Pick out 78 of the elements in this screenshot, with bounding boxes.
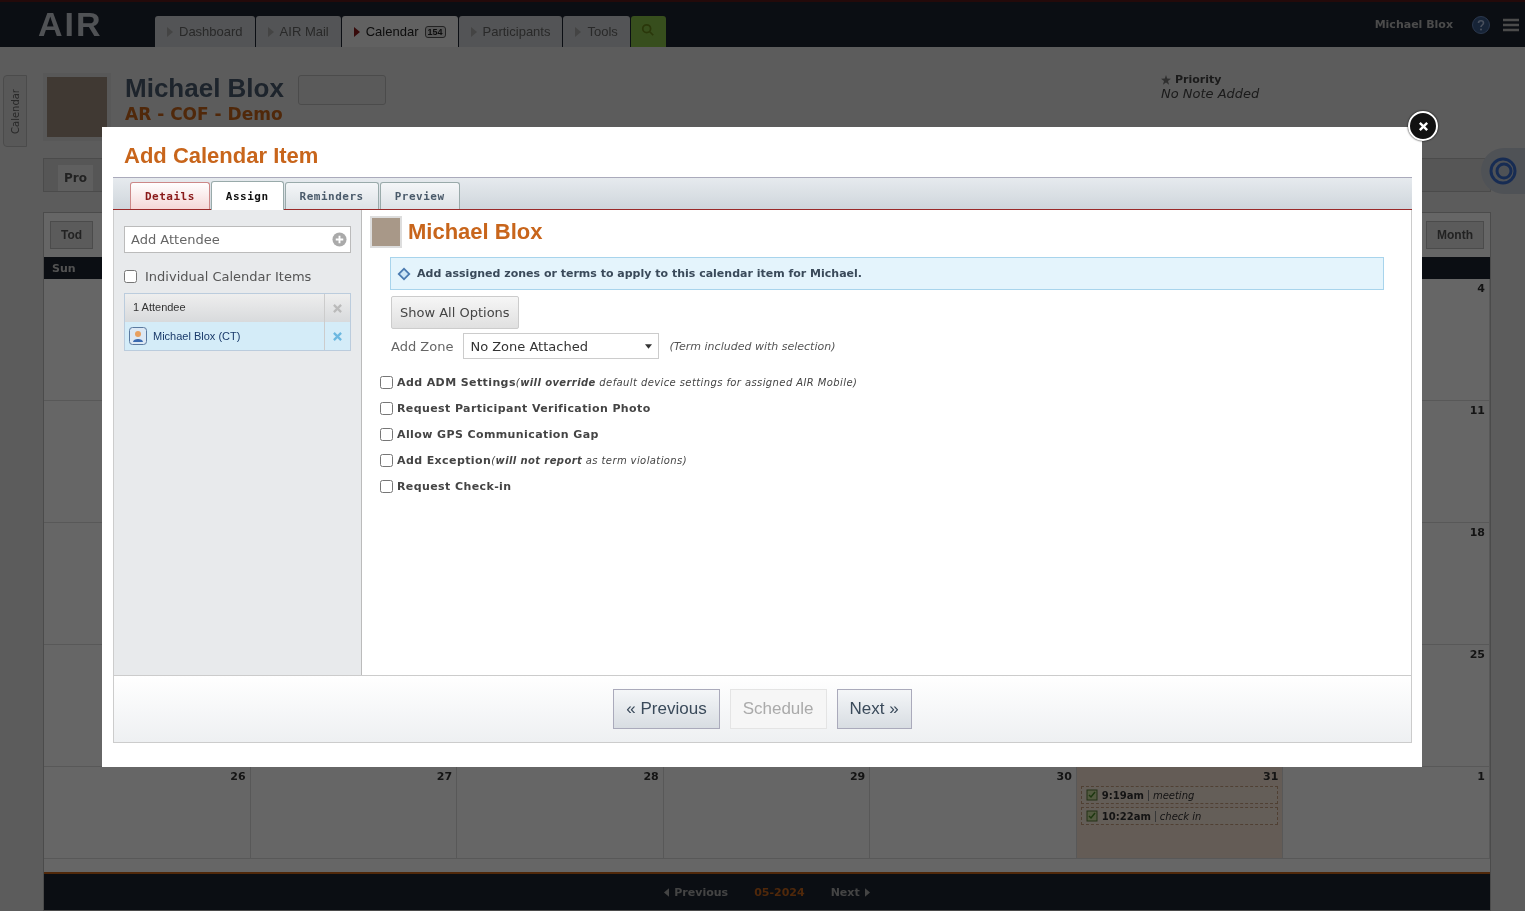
tab[interactable]: Assign (210, 181, 284, 210)
info-banner: Add assigned zones or terms to apply to this calendar item for Michael. (390, 257, 1384, 290)
next-link[interactable]: Next (830, 885, 870, 899)
checkbox[interactable] (380, 453, 393, 467)
participant-name: Michael Blox (125, 73, 284, 104)
current-month: 05-2024 (754, 885, 805, 899)
tab[interactable]: Reminders (284, 182, 379, 209)
calendar-day[interactable]: 31 9:19am meeting 10:22am check in (1076, 767, 1284, 858)
tab[interactable]: Preview (379, 182, 460, 209)
today-button[interactable]: Tod (50, 221, 94, 249)
zone-label: Add Zone (391, 338, 454, 354)
attendee-row[interactable]: Michael Blox (CT) (125, 322, 350, 350)
checkbox[interactable] (380, 427, 393, 441)
photo-placeholder (370, 216, 402, 248)
option-label: Add ADM Settings(will override default device settings for assigned AIR Mobile) (397, 375, 858, 389)
right-triangle-icon (864, 887, 870, 897)
close-icon (1417, 120, 1429, 132)
nav-tab[interactable]: Calendar 154 (341, 16, 458, 47)
count-badge: 154 (424, 25, 446, 38)
search-button[interactable] (630, 16, 666, 47)
modal-title: Add Calendar Item (124, 143, 320, 169)
calendar-icon (1085, 789, 1098, 801)
attendee-count: 1 Attendee (132, 300, 187, 315)
zone-select[interactable]: No Zone Attached (463, 333, 660, 359)
day-number: 1 (1477, 770, 1485, 783)
day-number: 26 (230, 770, 246, 783)
weekday-header: Sun (52, 262, 76, 275)
c-logo-icon (1488, 156, 1518, 186)
calendar-event[interactable]: 9:19am meeting (1080, 786, 1279, 804)
checkbox[interactable] (380, 479, 393, 493)
day-number: 4 (1477, 282, 1485, 295)
info-icon (397, 266, 411, 281)
help-icon (1471, 14, 1491, 35)
footer-button[interactable]: « Previous (613, 689, 720, 729)
option-label: Request Check-in (397, 479, 512, 493)
remove-icon[interactable] (333, 303, 342, 313)
option-label: Allow GPS Communication Gap (397, 427, 599, 441)
person-icon (129, 327, 147, 345)
day-number: 31 (1263, 770, 1279, 783)
day-number: 25 (1469, 648, 1485, 661)
priority-note: No Note Added (1161, 86, 1261, 101)
checkbox[interactable] (380, 401, 393, 415)
logo: AIR (38, 5, 104, 44)
day-number: 18 (1469, 526, 1485, 539)
remove-icon[interactable] (333, 331, 342, 341)
option-label: Add Exception(will not report as term violations) (397, 453, 687, 467)
calendar-icon (1085, 810, 1098, 822)
footer-button[interactable]: Next » (836, 689, 912, 729)
close-button[interactable] (1408, 111, 1438, 141)
caret-icon (645, 343, 653, 349)
checkbox[interactable] (124, 270, 137, 283)
day-number: 30 (1056, 770, 1072, 783)
add-icon[interactable] (332, 232, 347, 247)
previous-link[interactable]: Previous (664, 885, 729, 899)
sub-tab[interactable]: Pro (58, 165, 93, 191)
day-number: 27 (436, 770, 453, 783)
triangle-icon (353, 26, 360, 37)
show-all-options-button[interactable]: Show All Options (391, 296, 519, 329)
checkbox[interactable] (380, 375, 393, 389)
attendee-field[interactable]: Add Attendee (124, 226, 351, 253)
day-number: 29 (849, 770, 866, 783)
priority-label: Priority (1175, 73, 1222, 86)
participant-subtitle: AR - COF - Demo (125, 104, 284, 124)
zone-note: (Term included with selection) (669, 339, 836, 353)
photo-placeholder (43, 73, 111, 141)
month-button[interactable]: Month (1426, 221, 1484, 249)
menu-icon (1503, 17, 1519, 32)
day-number: 28 (643, 770, 659, 783)
tab[interactable]: Details (130, 182, 210, 209)
logo-badge[interactable] (1481, 148, 1525, 194)
left-triangle-icon (664, 887, 670, 897)
user-name[interactable]: Michael Blox (1374, 18, 1453, 31)
star-icon (1161, 74, 1171, 85)
participant-name: Michael Blox (408, 219, 543, 245)
checkbox-label: Individual Calendar Items (145, 269, 312, 284)
calendar-event[interactable]: 10:22am check in (1080, 807, 1279, 825)
day-number: 11 (1469, 404, 1485, 417)
option-label: Request Participant Verification Photo (397, 401, 651, 415)
